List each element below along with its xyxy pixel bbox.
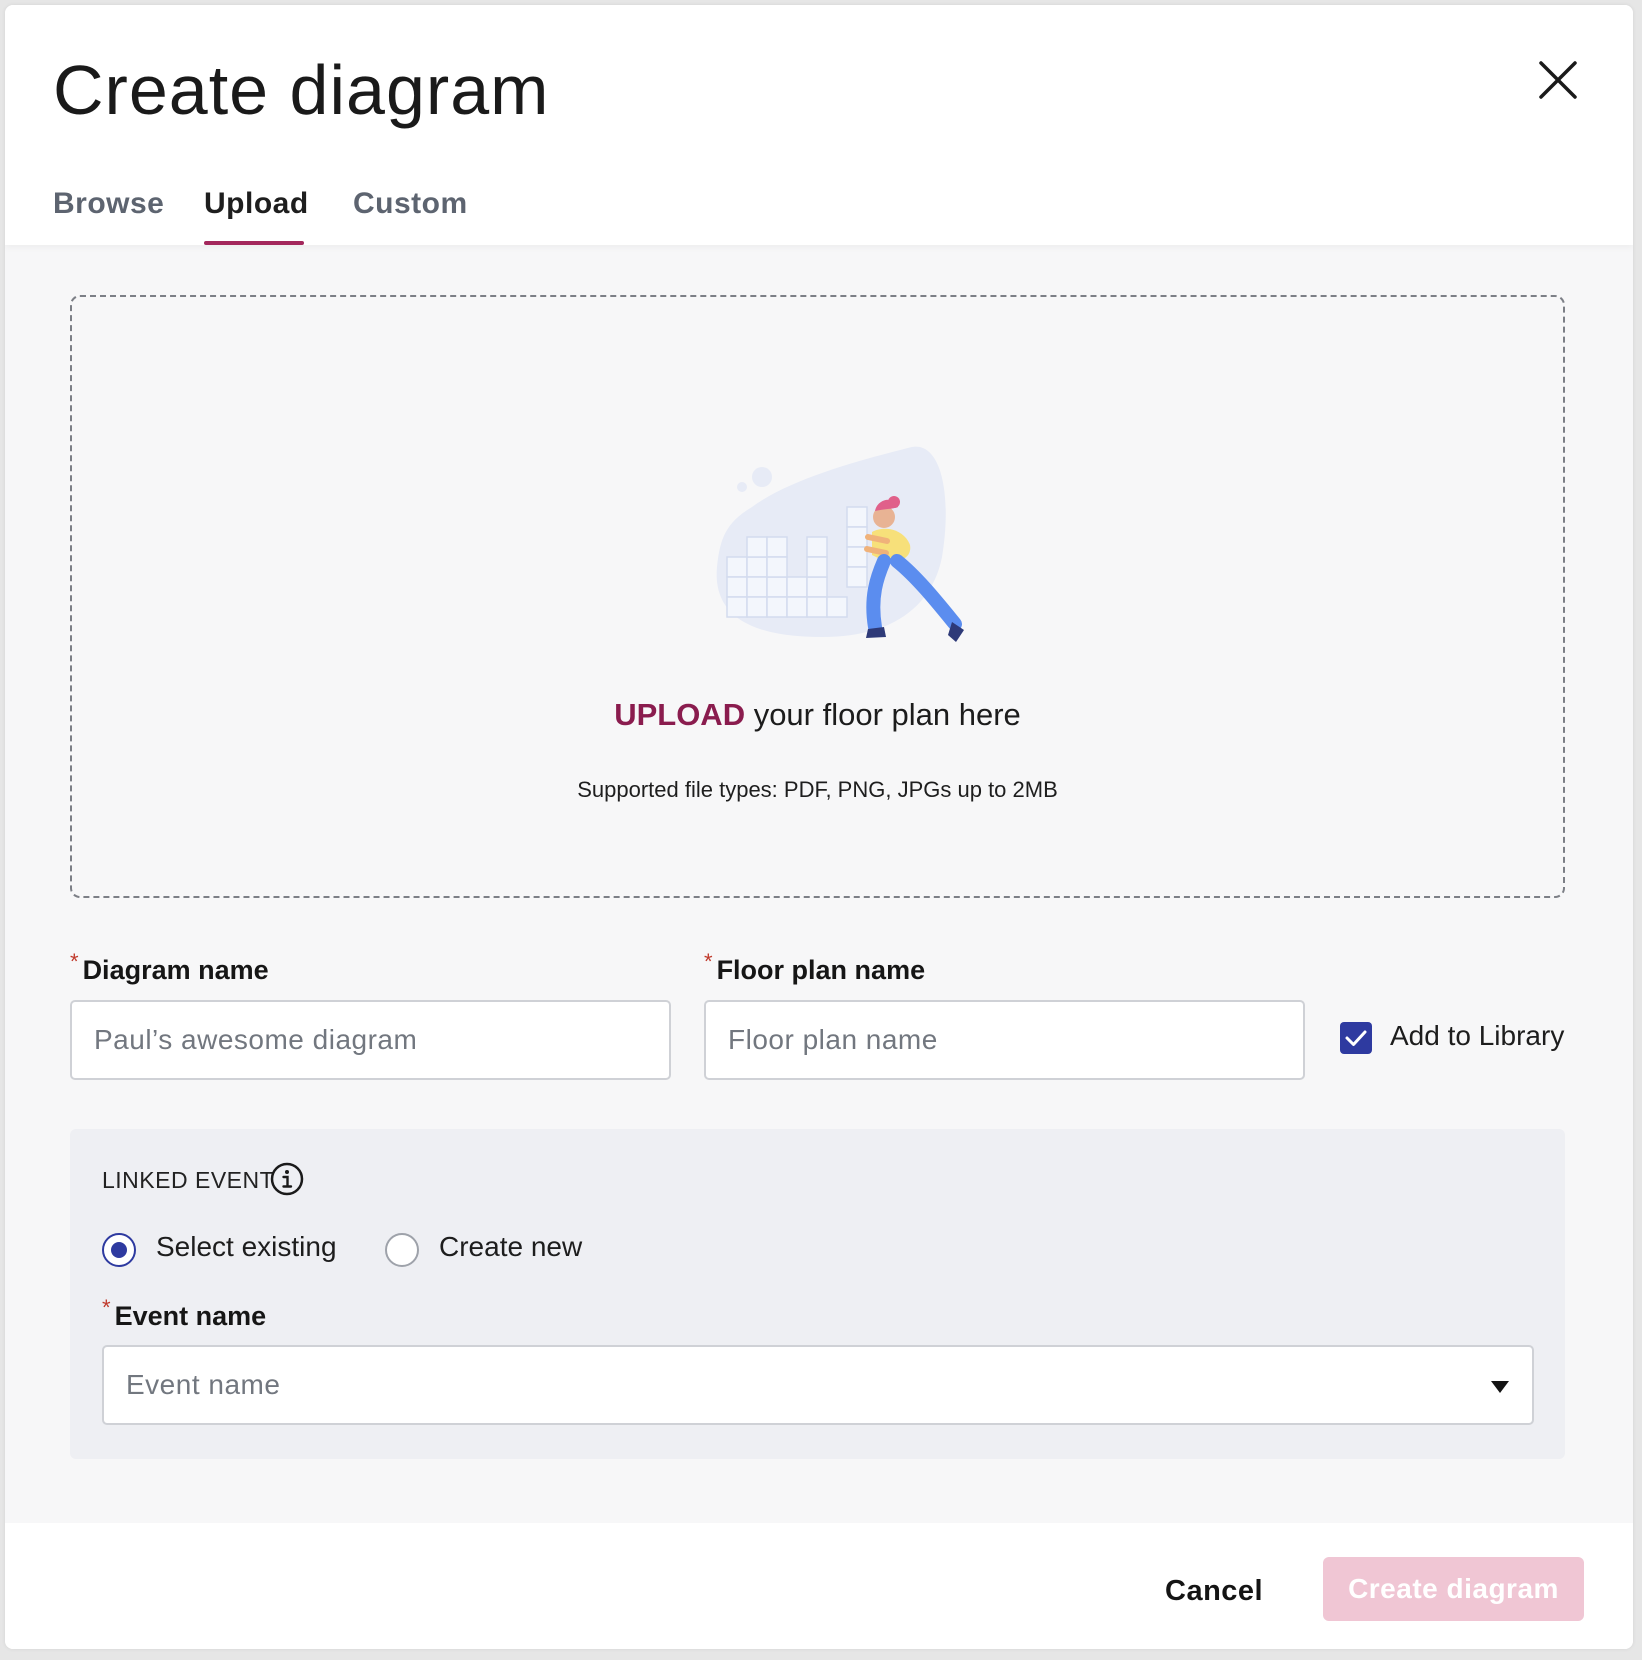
- checkmark-icon: [1345, 1030, 1367, 1046]
- dialog-header: Create diagram Browse Upload Custom: [5, 5, 1633, 245]
- tab-upload[interactable]: Upload: [204, 187, 309, 221]
- required-mark: *: [704, 949, 713, 974]
- dialog-title: Create diagram: [53, 51, 550, 129]
- diagram-name-input[interactable]: Paul’s awesome diagram: [70, 1000, 671, 1080]
- required-mark: *: [70, 949, 79, 974]
- person-pushing-floorplan-illustration: [716, 446, 964, 642]
- upload-prompt: UPLOAD your floor plan here: [72, 697, 1563, 733]
- floor-plan-name-label: * Floor plan name: [704, 949, 926, 986]
- floor-plan-name-input[interactable]: Floor plan name: [704, 1000, 1305, 1080]
- close-button[interactable]: [1535, 57, 1581, 103]
- radio-select-existing[interactable]: [102, 1233, 136, 1267]
- caret-down-icon: [1491, 1381, 1509, 1393]
- supported-file-types: Supported file types: PDF, PNG, JPGs up …: [577, 777, 1058, 802]
- floor-plan-name-label-text: Floor plan name: [716, 955, 926, 985]
- required-mark: *: [102, 1295, 111, 1320]
- add-to-library-checkbox[interactable]: [1340, 1022, 1372, 1054]
- upload-dropzone[interactable]: UPLOAD your floor plan here Supported fi…: [70, 295, 1565, 898]
- create-new-label[interactable]: Create new: [439, 1231, 582, 1263]
- dialog-footer: Cancel Create diagram: [5, 1523, 1633, 1649]
- linked-event-panel: LINKED EVENT Select existing Create new …: [70, 1129, 1565, 1459]
- event-name-label: * Event name: [102, 1295, 267, 1332]
- event-name-select[interactable]: Event name: [102, 1345, 1534, 1425]
- info-icon[interactable]: [270, 1162, 304, 1196]
- diagram-name-value: Paul’s awesome diagram: [94, 1024, 418, 1055]
- select-existing-label[interactable]: Select existing: [156, 1231, 337, 1263]
- add-to-library-label[interactable]: Add to Library: [1390, 1020, 1564, 1052]
- tab-custom[interactable]: Custom: [353, 187, 468, 221]
- upload-prompt-text: your floor plan here: [745, 697, 1021, 732]
- cancel-button[interactable]: Cancel: [1165, 1575, 1263, 1608]
- create-diagram-dialog: Create diagram Browse Upload Custom UPLO…: [5, 5, 1633, 1649]
- event-name-placeholder: Event name: [126, 1369, 281, 1400]
- tab-browse[interactable]: Browse: [53, 187, 164, 221]
- upload-link[interactable]: UPLOAD: [614, 697, 745, 732]
- create-diagram-button[interactable]: Create diagram: [1323, 1557, 1584, 1621]
- linked-event-title: LINKED EVENT: [102, 1167, 275, 1193]
- active-tab-indicator: [204, 241, 304, 245]
- radio-create-new[interactable]: [385, 1233, 419, 1267]
- diagram-name-label: * Diagram name: [70, 949, 269, 986]
- event-name-label-text: Event name: [114, 1301, 267, 1331]
- diagram-name-label-text: Diagram name: [82, 955, 269, 985]
- floor-plan-name-placeholder: Floor plan name: [728, 1024, 938, 1055]
- close-icon: [1539, 61, 1577, 99]
